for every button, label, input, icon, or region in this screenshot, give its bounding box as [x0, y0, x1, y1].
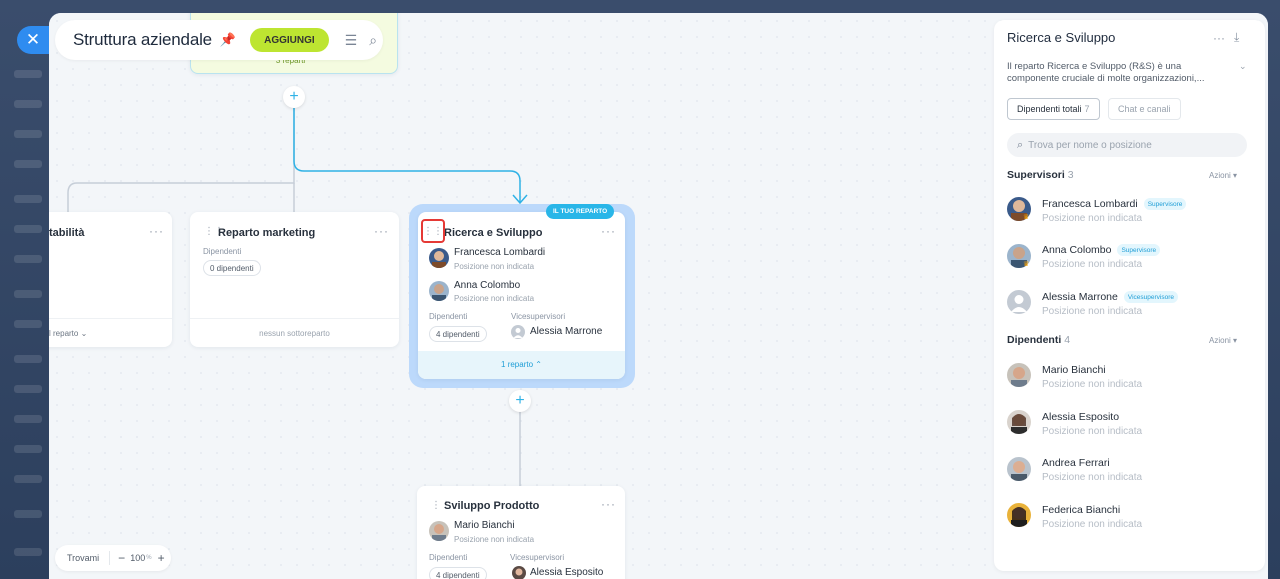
menu-icon[interactable]: ☰	[345, 32, 358, 49]
search-icon: ⌕	[1017, 138, 1024, 151]
member-name[interactable]: Francesca Lombardi Supervisore	[1042, 198, 1187, 210]
role-badge: Supervisore	[1117, 244, 1161, 256]
page-title: Struttura aziendale	[73, 30, 212, 49]
member-position: Posizione non indicata	[1042, 213, 1143, 224]
add-button[interactable]: AGGIUNGI	[250, 28, 329, 52]
avatar	[1007, 457, 1031, 481]
pin-icon[interactable]: 📌	[220, 32, 236, 48]
vice-supervisor-name[interactable]: Alessia Marrone	[530, 326, 602, 337]
add-subdepartment-button[interactable]: +	[509, 390, 531, 412]
your-department-badge: IL TUO REPARTO	[546, 204, 615, 219]
crown-icon: ♛	[1023, 261, 1030, 268]
left-sidebar	[0, 0, 50, 579]
avatar	[512, 566, 526, 579]
department-detail-panel: Ricerca e Sviluppo ··· ⤓ Il reparto Rice…	[994, 20, 1265, 571]
supervisors-actions-button[interactable]: Azioni ▾	[1209, 171, 1237, 180]
node-title: Reparto marketing	[218, 227, 316, 239]
find-me-button[interactable]: Trovami	[55, 551, 111, 565]
more-icon[interactable]: ···	[1213, 31, 1225, 45]
chevron-down-icon: ⌄	[80, 329, 88, 338]
employees-label: Dipendenti	[429, 553, 468, 562]
tab-chats-channels[interactable]: Chat e canali	[1108, 98, 1181, 120]
person-name[interactable]: Francesca Lombardi	[454, 247, 545, 258]
member-position: Posizione non indicata	[1042, 472, 1143, 483]
vice-supervisors-label: Vicesupervisori	[511, 312, 566, 321]
person-name[interactable]: Anna Colombo	[454, 280, 520, 291]
employees-chip[interactable]: 0 dipendenti	[203, 260, 261, 276]
chevron-down-icon[interactable]: ⌄	[1239, 61, 1247, 72]
zoom-unit: %	[146, 555, 152, 561]
crown-icon: ♛	[1023, 214, 1030, 221]
more-icon[interactable]: ···	[374, 224, 389, 238]
avatar	[1007, 410, 1031, 434]
employees-label: Dipendenti	[203, 247, 242, 256]
member-position: Posizione non indicata	[1042, 306, 1143, 317]
avatar-placeholder	[511, 325, 525, 339]
more-icon[interactable]: ···	[601, 497, 616, 511]
close-slider-button[interactable]: ✕	[17, 26, 49, 54]
node-footer: nessun sottoreparto	[259, 329, 330, 338]
avatar	[1007, 503, 1031, 527]
member-position: Posizione non indicata	[1042, 519, 1143, 530]
panel-title: Ricerca e Sviluppo	[1007, 30, 1116, 45]
employees-chip[interactable]: 4 dipendenti	[429, 567, 487, 579]
node-title: tabilità	[49, 227, 85, 239]
role-badge: Vicesupervisore	[1123, 291, 1179, 303]
page-header: Struttura aziendale 📌 AGGIUNGI ☰ ⌕	[55, 20, 383, 60]
tab-total-employees[interactable]: Dipendenti totali 7	[1007, 98, 1100, 120]
vice-supervisor-name[interactable]: Alessia Esposito	[530, 567, 603, 578]
employees-label: Dipendenti	[429, 312, 468, 321]
member-position: Posizione non indicata	[1042, 259, 1143, 270]
avatar	[429, 248, 449, 268]
zoom-value: 100	[130, 553, 146, 563]
member-position: Posizione non indicata	[1042, 426, 1143, 437]
zoom-in-button[interactable]: +	[158, 551, 165, 565]
zoom-out-button[interactable]: −	[118, 551, 125, 565]
department-node-accounting[interactable]: tabilità ··· l reparto ⌄	[49, 212, 172, 347]
department-node-product[interactable]: ⋮⋮ Sviluppo Prodotto ··· Mario Bianchi P…	[417, 486, 625, 579]
person-position: Posizione non indicata	[454, 294, 535, 303]
more-icon[interactable]: ···	[601, 224, 616, 238]
avatar	[429, 521, 449, 541]
role-badge: Supervisore	[1143, 198, 1187, 210]
avatar	[1007, 363, 1031, 387]
department-node-marketing[interactable]: ⋮⋮ Reparto marketing ··· Dipendenti 0 di…	[190, 212, 399, 347]
department-description: Il reparto Ricerca e Sviluppo (R&S) è un…	[1007, 61, 1205, 84]
person-name[interactable]: Mario Bianchi	[454, 520, 515, 531]
node-title: Ricerca e Sviluppo	[444, 227, 543, 239]
org-structure-slider: 3 reparti ⌃ + Struttura aziendale 📌 AGGI…	[49, 13, 1268, 579]
avatar	[429, 281, 449, 301]
search-icon[interactable]: ⌕	[369, 32, 377, 49]
more-icon[interactable]: ···	[149, 224, 164, 238]
chevron-up-icon: ⌃	[535, 360, 542, 369]
supervisors-section-title: Supervisori 3	[1007, 169, 1074, 181]
person-position: Posizione non indicata	[454, 262, 535, 271]
member-name[interactable]: Anna Colombo Supervisore	[1042, 244, 1161, 256]
drag-handle-icon[interactable]: ⋮⋮	[421, 219, 445, 243]
employees-actions-button[interactable]: Azioni ▾	[1209, 336, 1237, 345]
member-name[interactable]: Alessia Esposito	[1042, 411, 1119, 423]
avatar-placeholder	[1007, 290, 1031, 314]
member-name[interactable]: Andrea Ferrari	[1042, 457, 1110, 469]
member-name[interactable]: Federica Bianchi	[1042, 504, 1120, 516]
vice-supervisors-label: Vicesupervisori	[510, 553, 565, 562]
collapse-icon[interactable]: ⤓	[1234, 30, 1239, 45]
employees-chip[interactable]: 4 dipendenti	[429, 326, 487, 342]
search-input[interactable]: ⌕ Trova per nome o posizione	[1007, 133, 1247, 157]
member-position: Posizione non indicata	[1042, 379, 1143, 390]
close-icon: ✕	[25, 30, 41, 49]
node-title: Sviluppo Prodotto	[444, 500, 540, 512]
department-node-rd[interactable]: Ricerca e Sviluppo ··· Francesca Lombard…	[418, 212, 625, 379]
member-name[interactable]: Mario Bianchi	[1042, 364, 1106, 376]
zoom-control: Trovami − 100 % +	[55, 545, 171, 571]
member-name[interactable]: Alessia Marrone Vicesupervisore	[1042, 291, 1179, 303]
node-footer[interactable]: l reparto ⌄	[49, 329, 87, 338]
employees-section-title: Dipendenti 4	[1007, 334, 1071, 346]
add-subdepartment-button[interactable]: +	[283, 86, 305, 108]
search-placeholder: Trova per nome o posizione	[1028, 139, 1152, 151]
node-footer[interactable]: 1 reparto ⌃	[418, 360, 625, 369]
person-position: Posizione non indicata	[454, 535, 535, 544]
